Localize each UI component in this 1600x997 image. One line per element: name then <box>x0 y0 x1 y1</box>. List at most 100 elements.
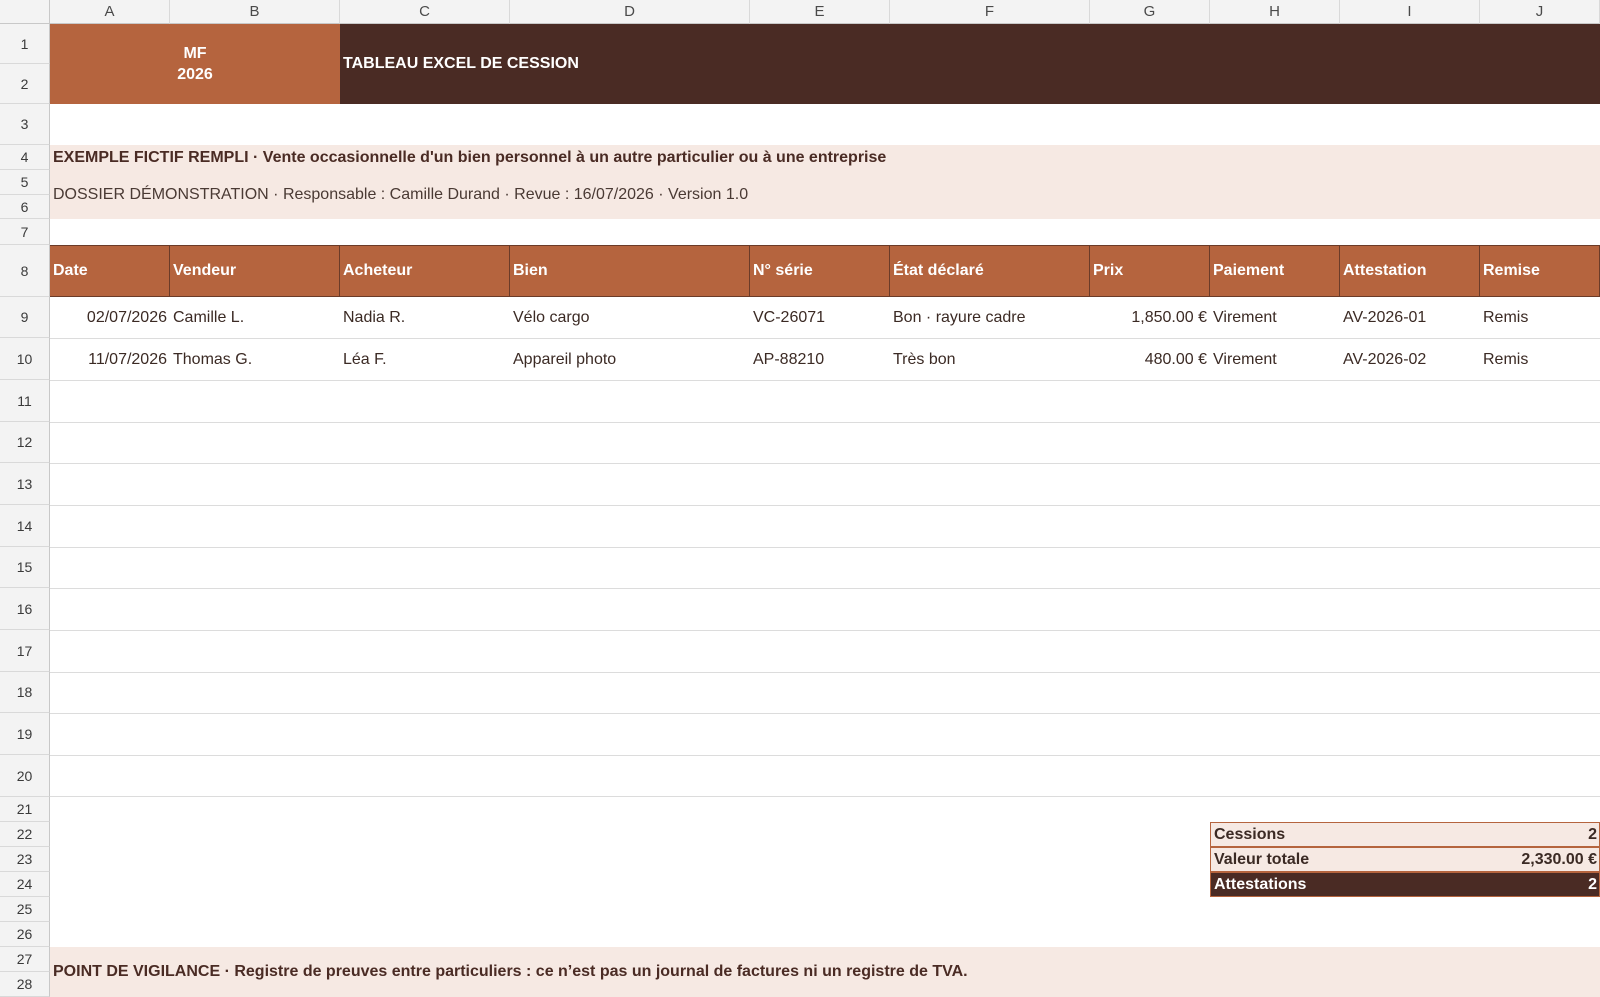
summary-attestations-label: Attestations <box>1214 875 1307 893</box>
row-divider <box>50 755 1600 756</box>
row-header-24[interactable]: 24 <box>0 872 50 897</box>
mf-year: 2026 <box>177 66 213 83</box>
header-cell-remise[interactable]: Remise <box>1480 245 1600 297</box>
cell-paiement[interactable]: Virement <box>1210 339 1340 380</box>
column-header-h[interactable]: H <box>1210 0 1340 24</box>
cell-paiement[interactable]: Virement <box>1210 297 1340 338</box>
row-header-18[interactable]: 18 <box>0 672 50 713</box>
row-header-26[interactable]: 26 <box>0 922 50 947</box>
row-header-7[interactable]: 7 <box>0 219 50 245</box>
row-divider <box>50 588 1600 589</box>
intro-example-line: EXEMPLE FICTIF REMPLI · Vente occasionne… <box>53 149 887 166</box>
row-header-21[interactable]: 21 <box>0 797 50 822</box>
row-header-1[interactable]: 1 <box>0 24 50 64</box>
row-header-15[interactable]: 15 <box>0 547 50 588</box>
row-header-22[interactable]: 22 <box>0 822 50 847</box>
row-header-6[interactable]: 6 <box>0 195 50 219</box>
row-divider <box>50 338 1600 339</box>
summary-cessions[interactable]: Cessions 2 <box>1210 822 1600 847</box>
summary-cessions-label: Cessions <box>1214 825 1286 843</box>
summary-total-label: Valeur totale <box>1214 850 1310 868</box>
header-cell-etat[interactable]: État déclaré <box>890 245 1090 297</box>
column-header-c[interactable]: C <box>340 0 510 24</box>
row-header-5[interactable]: 5 <box>0 170 50 195</box>
row-divider <box>50 505 1600 506</box>
cell-attestation[interactable]: AV-2026-01 <box>1340 297 1480 338</box>
row-header-13[interactable]: 13 <box>0 463 50 505</box>
row-divider <box>50 380 1600 381</box>
header-cell-serie[interactable]: N° série <box>750 245 890 297</box>
intro-band[interactable]: EXEMPLE FICTIF REMPLI · Vente occasionne… <box>50 145 1600 219</box>
row-header-17[interactable]: 17 <box>0 630 50 672</box>
header-cell-date[interactable]: Date <box>50 245 170 297</box>
column-header-d[interactable]: D <box>510 0 750 24</box>
summary-cessions-value: 2 <box>1588 825 1597 843</box>
header-cell-vendeur[interactable]: Vendeur <box>170 245 340 297</box>
header-cell-bien[interactable]: Bien <box>510 245 750 297</box>
summary-attestations-value: 2 <box>1588 875 1597 893</box>
column-header-g[interactable]: G <box>1090 0 1210 24</box>
cell-vendeur[interactable]: Camille L. <box>170 297 340 338</box>
row-header-4[interactable]: 4 <box>0 145 50 170</box>
column-header-f[interactable]: F <box>890 0 1090 24</box>
column-header-e[interactable]: E <box>750 0 890 24</box>
cell-prix[interactable]: 480.00 € <box>1090 339 1210 380</box>
cell-remise[interactable]: Remis <box>1480 339 1600 380</box>
header-cell-attestation[interactable]: Attestation <box>1340 245 1480 297</box>
mf-badge[interactable]: MF 2026 <box>50 24 340 104</box>
sheet-title[interactable]: TABLEAU EXCEL DE CESSION <box>340 24 1600 104</box>
row-divider <box>50 463 1600 464</box>
row-header-23[interactable]: 23 <box>0 847 50 872</box>
header-cell-paiement[interactable]: Paiement <box>1210 245 1340 297</box>
cell-serie[interactable]: AP-88210 <box>750 339 890 380</box>
row-header-2[interactable]: 2 <box>0 64 50 104</box>
row-header-19[interactable]: 19 <box>0 713 50 755</box>
mf-label: MF <box>183 45 207 62</box>
column-header-j[interactable]: J <box>1480 0 1600 24</box>
row-divider <box>50 796 1600 797</box>
row-header-25[interactable]: 25 <box>0 897 50 922</box>
cell-vendeur[interactable]: Thomas G. <box>170 339 340 380</box>
summary-total-value[interactable]: Valeur totale 2,330.00 € <box>1210 847 1600 872</box>
summary-total-amount: 2,330.00 € <box>1521 850 1597 868</box>
header-cell-acheteur[interactable]: Acheteur <box>340 245 510 297</box>
sheet-title-text: TABLEAU EXCEL DE CESSION <box>343 55 579 72</box>
row-header-12[interactable]: 12 <box>0 422 50 463</box>
row-header-16[interactable]: 16 <box>0 588 50 630</box>
header-cell-prix[interactable]: Prix <box>1090 245 1210 297</box>
row-header-8[interactable]: 8 <box>0 245 50 297</box>
cell-date[interactable]: 11/07/2026 <box>50 339 170 380</box>
cell-bien[interactable]: Appareil photo <box>510 339 750 380</box>
row-divider <box>50 547 1600 548</box>
cell-etat[interactable]: Très bon <box>890 339 1090 380</box>
column-header-i[interactable]: I <box>1340 0 1480 24</box>
row-divider <box>50 672 1600 673</box>
row-header-3[interactable]: 3 <box>0 104 50 145</box>
row-header-28[interactable]: 28 <box>0 972 50 997</box>
vigilance-text: POINT DE VIGILANCE · Registre de preuves… <box>53 963 968 980</box>
intro-dossier-line: DOSSIER DÉMONSTRATION · Responsable : Ca… <box>53 186 749 203</box>
cell-prix[interactable]: 1,850.00 € <box>1090 297 1210 338</box>
row-divider <box>50 630 1600 631</box>
row-header-27[interactable]: 27 <box>0 947 50 972</box>
cell-remise[interactable]: Remis <box>1480 297 1600 338</box>
cell-attestation[interactable]: AV-2026-02 <box>1340 339 1480 380</box>
summary-attestations[interactable]: Attestations 2 <box>1210 872 1600 897</box>
row-header-9[interactable]: 9 <box>0 297 50 338</box>
cell-etat[interactable]: Bon · rayure cadre <box>890 297 1090 338</box>
row-header-20[interactable]: 20 <box>0 755 50 797</box>
row-header-11[interactable]: 11 <box>0 380 50 422</box>
row-header-14[interactable]: 14 <box>0 505 50 547</box>
row-divider <box>50 422 1600 423</box>
cell-date[interactable]: 02/07/2026 <box>50 297 170 338</box>
column-header-b[interactable]: B <box>170 0 340 24</box>
cell-serie[interactable]: VC-26071 <box>750 297 890 338</box>
spreadsheet: A B C D E F G H I J 1 2 3 4 5 6 7 8 9 10… <box>0 0 1600 997</box>
select-all-corner[interactable] <box>0 0 50 24</box>
cell-bien[interactable]: Vélo cargo <box>510 297 750 338</box>
row-header-10[interactable]: 10 <box>0 338 50 380</box>
cell-acheteur[interactable]: Léa F. <box>340 339 510 380</box>
column-header-a[interactable]: A <box>50 0 170 24</box>
vigilance-note[interactable]: POINT DE VIGILANCE · Registre de preuves… <box>50 947 1600 997</box>
cell-acheteur[interactable]: Nadia R. <box>340 297 510 338</box>
